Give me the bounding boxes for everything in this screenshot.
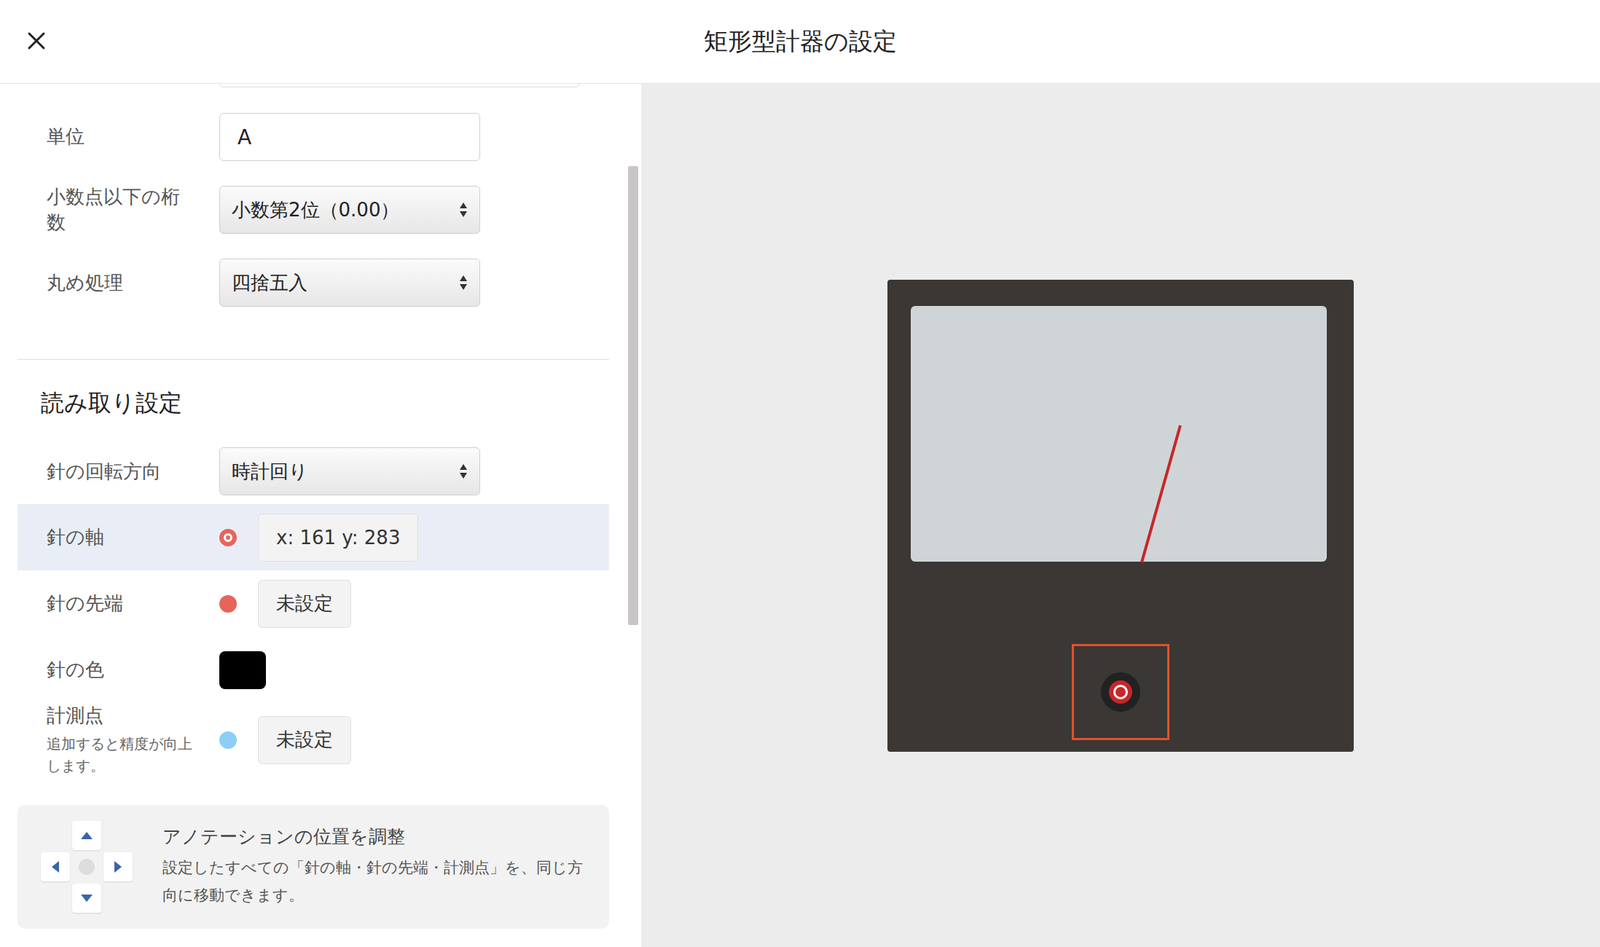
dialog-header: 矩形型計器の設定 xyxy=(0,0,1600,84)
adjust-panel: アノテーションの位置を調整設定したすべての「針の軸・針の先端・計測点」を、同じ方… xyxy=(17,805,610,929)
setting-row[interactable]: 針の色 xyxy=(17,636,610,704)
down-arrow-icon[interactable] xyxy=(72,883,102,913)
scrollbar[interactable] xyxy=(628,166,639,626)
right-arrow-icon[interactable] xyxy=(103,852,133,882)
setting-row[interactable]: 計測点追加すると精度が向上します。 未設定 xyxy=(17,703,610,777)
field-label: 単位 xyxy=(46,123,193,150)
form-row: 丸め処理四捨五入 xyxy=(46,258,642,307)
select-box[interactable]: 小数第2位（0.00） xyxy=(219,185,481,234)
annotation-box[interactable] xyxy=(1071,644,1170,741)
text-field[interactable] xyxy=(219,83,580,88)
field-label: 丸め処理 xyxy=(46,270,193,296)
select-box[interactable]: 時計回り xyxy=(219,447,481,496)
setting-row[interactable]: 針の回転方向時計回り xyxy=(17,447,610,496)
adjust-description: 設定したすべての「針の軸・針の先端・計測点」を、同じ方向に移動できます。 xyxy=(162,854,595,911)
center-dot xyxy=(78,859,95,876)
color-swatch[interactable] xyxy=(219,651,266,690)
row-hint: 追加すると精度が向上します。 xyxy=(46,732,200,777)
setting-row[interactable]: 針の軸 x: 161 y: 283 xyxy=(17,504,610,571)
row-label: 針の回転方向 xyxy=(46,459,193,485)
select-arrows-icon xyxy=(459,273,468,292)
row-label: 針の軸 xyxy=(46,524,193,551)
row-label: 針の先端 xyxy=(46,590,193,617)
select-arrows-icon xyxy=(459,462,468,481)
left-arrow-icon[interactable] xyxy=(40,852,70,882)
point-button[interactable]: x: 161 y: 283 xyxy=(257,513,419,562)
point-dot[interactable] xyxy=(219,731,237,749)
form-row: 小数点以下の桁数小数第2位（0.00） xyxy=(46,184,642,236)
settings-panel: 単位 A 小数点以下の桁数小数第2位（0.00） 丸め処理四捨五入読み取り設定針の回転… xyxy=(0,83,642,947)
setting-row[interactable]: 針の先端 未設定 xyxy=(17,570,610,637)
divider xyxy=(17,359,610,360)
row-label: 計測点 xyxy=(46,703,193,729)
form-row: 単位 A xyxy=(46,112,642,162)
row-label: 針の色 xyxy=(46,657,193,683)
text-field[interactable]: A xyxy=(219,112,481,162)
point-button[interactable]: 未設定 xyxy=(257,579,352,629)
up-arrow-icon[interactable] xyxy=(72,821,102,851)
dialog-title: 矩形型計器の設定 xyxy=(703,25,897,59)
select-box[interactable]: 四捨五入 xyxy=(219,258,481,307)
field-label: 小数点以下の桁数 xyxy=(46,184,193,236)
close-icon xyxy=(26,30,47,52)
close-button[interactable] xyxy=(26,30,47,54)
point-dot[interactable] xyxy=(219,528,237,547)
settings-dialog: 矩形型計器の設定単位 A 小数点以下の桁数小数第2位（0.00） 丸め処理四捨五入読み… xyxy=(0,0,1600,947)
select-arrows-icon xyxy=(459,201,468,219)
meter-photo xyxy=(887,279,1354,752)
section-heading: 読み取り設定 xyxy=(0,387,642,420)
dpad xyxy=(40,821,133,913)
axis-marker[interactable] xyxy=(1108,680,1133,704)
point-dot[interactable] xyxy=(219,595,237,613)
adjust-title: アノテーションの位置を調整 xyxy=(162,824,595,849)
preview-panel xyxy=(641,83,1600,947)
point-button[interactable]: 未設定 xyxy=(257,716,352,765)
